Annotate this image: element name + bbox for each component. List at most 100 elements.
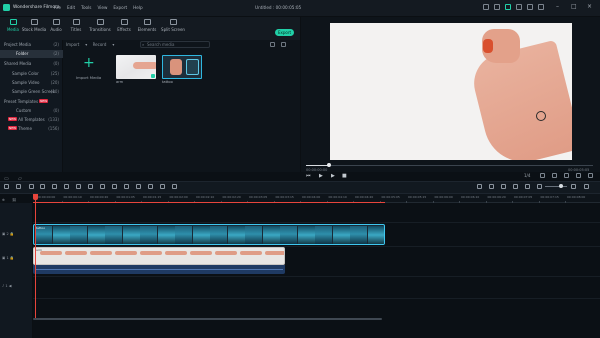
sidebar-item-theme[interactable]: NEW Theme (156) [0, 125, 63, 133]
sidebar-item-project-media[interactable]: Project Media (2) [0, 41, 63, 49]
playback-progress-bar[interactable] [306, 163, 593, 167]
step-back-icon[interactable]: ⏮ [306, 173, 311, 179]
color-icon[interactable] [100, 184, 105, 189]
video-frame-thumbnail [52, 226, 70, 244]
fit-timeline-icon[interactable] [584, 184, 589, 189]
zoom-slider-handle[interactable] [559, 184, 563, 188]
zoom-in-icon[interactable] [571, 184, 576, 189]
media-thumbnail-arm[interactable] [116, 55, 156, 79]
search-input[interactable]: ⌕ Search media [140, 41, 210, 48]
tab-transitions[interactable]: Transitions [87, 19, 113, 32]
tag-icon[interactable] [64, 184, 69, 189]
headset-icon[interactable] [505, 4, 511, 10]
photo-clip-arm[interactable]: arm [33, 247, 285, 265]
chevron-down-icon[interactable]: ▾ [85, 42, 87, 47]
render-icon[interactable] [477, 184, 482, 189]
sidebar-item-preset-templates[interactable]: Preset Templates NEW [0, 98, 63, 106]
plus-icon[interactable]: + [83, 56, 95, 70]
clip-label: tattoo [36, 226, 46, 230]
menu-view[interactable]: View [97, 5, 107, 10]
shield-icon[interactable] [489, 184, 494, 189]
snapshot-icon[interactable] [540, 173, 545, 178]
close-icon[interactable]: × [587, 3, 592, 11]
sidebar-item-folder[interactable]: Folder (2) [0, 50, 63, 58]
sidebar-item-all-templates[interactable]: NEW All Templates (133) [0, 116, 63, 124]
add-track-icon[interactable]: ⊕ [2, 198, 5, 202]
menu-tools[interactable]: Tools [81, 5, 91, 10]
new-badge: NEW [8, 117, 18, 121]
step-forward-icon[interactable]: ▶ [331, 173, 335, 179]
split-icon[interactable] [172, 184, 177, 189]
filmora-logo-icon [3, 4, 10, 11]
voiceover-icon[interactable] [501, 184, 506, 189]
display-icon[interactable] [564, 173, 569, 178]
menu-export[interactable]: Export [113, 5, 127, 10]
menu-file[interactable]: File [54, 5, 61, 10]
tab-split-screen[interactable]: Split Screen [160, 19, 186, 32]
sidebar-item-sample-video[interactable]: Sample Video (20) [0, 79, 63, 87]
media-bin-header: Import ▾ Record ▾ [66, 42, 114, 47]
crop-icon[interactable] [52, 184, 57, 189]
video-clip-tattoo[interactable]: tattoo [33, 224, 385, 245]
volume-icon[interactable] [552, 173, 557, 178]
photo-frame-thumbnail [165, 251, 187, 255]
audio-mixer-icon[interactable] [112, 184, 117, 189]
grid-view-icon[interactable] [281, 42, 286, 47]
cloud-icon[interactable] [483, 4, 489, 10]
zoom-out-icon[interactable] [537, 184, 542, 189]
link-icon[interactable]: ⛓ [12, 198, 16, 202]
video-frame-thumbnail [315, 226, 332, 244]
lightbulb-icon[interactable] [494, 4, 500, 10]
snapshot-icon[interactable] [525, 184, 530, 189]
download-icon[interactable] [538, 4, 544, 10]
lock-icon[interactable]: 🔒 [10, 232, 14, 236]
audio-stretch-icon[interactable] [124, 184, 129, 189]
record-dropdown[interactable]: Record [93, 42, 107, 47]
sidebar-item-custom[interactable]: Custom (0) [0, 107, 63, 115]
video-frame-thumbnail [175, 226, 192, 244]
timer-icon[interactable] [88, 184, 93, 189]
audio-waveform[interactable] [33, 265, 285, 274]
video-frame-thumbnail [297, 226, 315, 244]
tab-titles[interactable]: Titles [63, 19, 89, 32]
playhead[interactable] [35, 194, 36, 319]
green-screen-icon[interactable] [160, 184, 165, 189]
fullscreen-icon[interactable] [588, 173, 593, 178]
media-thumbnail-tattoo[interactable] [162, 55, 202, 79]
chevron-down-icon[interactable]: ▾ [112, 42, 114, 47]
menu-edit[interactable]: Edit [67, 5, 75, 10]
filter-icon[interactable] [270, 42, 275, 47]
layers-icon[interactable] [513, 184, 518, 189]
play-icon[interactable]: ▶ [319, 173, 323, 179]
import-dropdown[interactable]: Import [66, 42, 79, 47]
render-quality-select[interactable]: 1/4 [524, 173, 530, 178]
tab-elements[interactable]: Elements [134, 19, 160, 32]
keyframe-icon[interactable] [136, 184, 141, 189]
sidebar-item-sample-color[interactable]: Sample Color (25) [0, 70, 63, 78]
import-media-label[interactable]: Import Media [76, 75, 101, 80]
export-button[interactable]: Export [275, 29, 294, 36]
message-icon[interactable] [527, 4, 533, 10]
lock-icon[interactable]: 🔒 [10, 256, 14, 260]
zoom-slider[interactable] [545, 186, 567, 187]
undo-icon[interactable] [4, 184, 9, 189]
speaker-icon[interactable]: ◀ [9, 284, 12, 288]
account-icon[interactable] [516, 4, 522, 10]
menu-help[interactable]: Help [133, 5, 143, 10]
sidebar-item-sample-green-screen[interactable]: Sample Green Screen (10) [0, 88, 63, 96]
horizontal-scrollbar[interactable] [33, 318, 382, 320]
stop-icon[interactable]: ■ [342, 173, 347, 179]
camera-icon[interactable] [576, 173, 581, 178]
progress-knob[interactable] [326, 163, 331, 167]
delete-icon[interactable] [29, 184, 34, 189]
total-time: 00:00:05:05 [568, 168, 590, 172]
cut-icon[interactable] [40, 184, 45, 189]
speed-icon[interactable] [76, 184, 81, 189]
preview-video-frame[interactable] [330, 23, 572, 160]
redo-icon[interactable] [16, 184, 21, 189]
maximize-icon[interactable]: □ [571, 3, 577, 11]
sidebar-item-shared-media[interactable]: Shared Media (0) [0, 60, 63, 68]
menu-bar: File Edit Tools View Export Help [54, 5, 143, 10]
minimize-icon[interactable]: – [556, 3, 559, 11]
stabilize-icon[interactable] [148, 184, 153, 189]
